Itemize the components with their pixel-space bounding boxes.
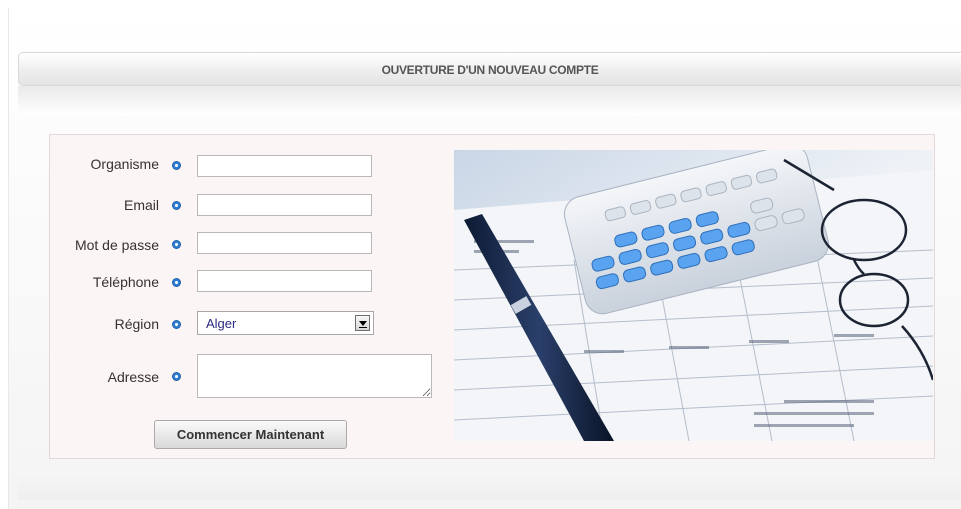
header-shadow bbox=[18, 86, 961, 116]
region-label: Région bbox=[114, 316, 159, 332]
email-input[interactable] bbox=[197, 194, 372, 216]
email-label: Email bbox=[123, 197, 159, 213]
page-title: OUVERTURE D'UN NOUVEAU COMPTE bbox=[381, 63, 599, 77]
dropdown-arrow-icon[interactable] bbox=[355, 315, 370, 331]
region-selected-value: Alger bbox=[206, 316, 237, 331]
calculator-photo bbox=[454, 150, 933, 441]
submit-button[interactable]: Commencer Maintenant bbox=[154, 420, 347, 449]
organisme-label: Organisme bbox=[90, 156, 159, 172]
adresse-label: Adresse bbox=[107, 369, 159, 385]
telephone-input[interactable] bbox=[197, 270, 372, 292]
bullet-icon bbox=[172, 278, 181, 287]
bullet-icon bbox=[172, 240, 181, 249]
bullet-icon bbox=[172, 201, 181, 210]
telephone-label: Téléphone bbox=[92, 274, 159, 290]
header-bar: OUVERTURE D'UN NOUVEAU COMPTE bbox=[18, 52, 961, 86]
adresse-textarea[interactable] bbox=[197, 354, 432, 398]
organisme-input[interactable] bbox=[197, 155, 372, 177]
footer-strip bbox=[18, 470, 961, 500]
bullet-icon bbox=[172, 161, 181, 170]
bullet-icon bbox=[172, 372, 181, 381]
bullet-icon bbox=[172, 320, 181, 329]
region-select[interactable]: Alger bbox=[197, 311, 374, 335]
password-input[interactable] bbox=[197, 232, 372, 254]
password-label: Mot de passe bbox=[74, 237, 159, 253]
